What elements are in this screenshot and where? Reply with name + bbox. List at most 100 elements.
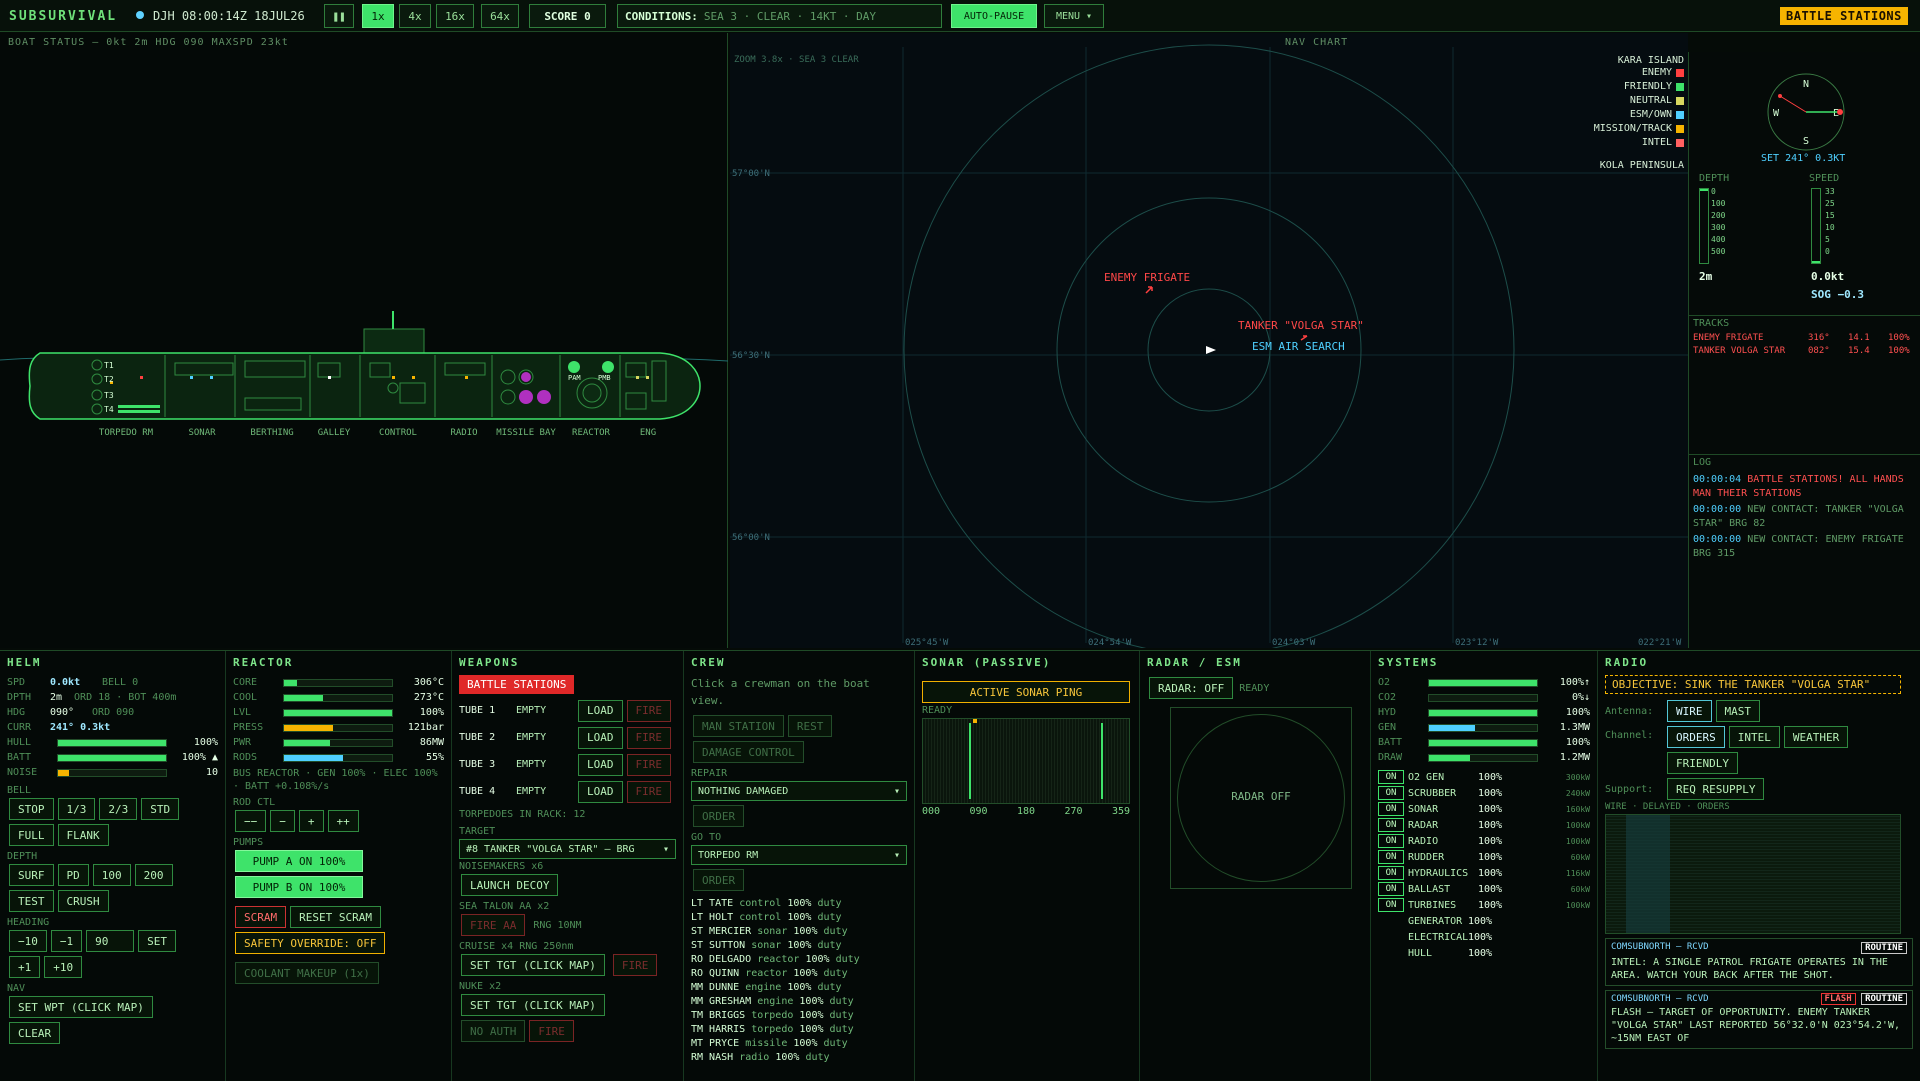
rods-in-button[interactable]: − (270, 810, 295, 832)
radio-message[interactable]: COMSUBNORTH — RCVD ROUTINE INTEL: A SINGL… (1605, 938, 1913, 986)
goto-select[interactable]: TORPEDO RM ▾ (691, 845, 907, 865)
nav-chart-panel[interactable]: NAV CHART ZOOM 3.8x · SEA 3 CLEAR 57°00'… (730, 33, 1688, 648)
fire-tube-button[interactable]: FIRE (626, 726, 671, 749)
track-row[interactable]: ENEMY FRIGATE 316° 14.1 100% (1693, 332, 1915, 345)
fire-tube-button[interactable]: FIRE (626, 780, 671, 803)
pump-a-toggle[interactable]: PUMP A ON 100% (235, 850, 363, 872)
coolant-makeup-button[interactable]: COOLANT MAKEUP (1x) (235, 962, 379, 984)
system-on-toggle[interactable]: ON (1378, 802, 1404, 816)
pump-b-toggle[interactable]: PUMP B ON 100% (235, 876, 363, 898)
clear-waypoint-button[interactable]: CLEAR (9, 1022, 61, 1044)
heading-input[interactable]: 90 (86, 930, 135, 952)
compartment-galley[interactable]: GALLEY (318, 428, 351, 438)
depth-200-button[interactable]: 200 (134, 864, 173, 886)
channel-friendly-button[interactable]: FRIENDLY (1667, 752, 1738, 774)
scram-button[interactable]: SCRAM (235, 906, 287, 928)
system-on-toggle[interactable]: ON (1378, 866, 1404, 880)
request-resupply-button[interactable]: REQ RESUPPLY (1667, 778, 1765, 800)
crew-member-row[interactable]: LT TATE control 100% duty (691, 897, 907, 911)
active-sonar-ping-button[interactable]: ACTIVE SONAR PING (922, 681, 1130, 703)
fire-tube-button[interactable]: FIRE (626, 699, 671, 722)
compartment-radio[interactable]: RADIO (450, 428, 477, 438)
track-row[interactable]: TANKER VOLGA STAR 082° 15.4 100% (1693, 345, 1915, 358)
system-on-toggle[interactable]: ON (1378, 898, 1404, 912)
repair-order-button[interactable]: ORDER (693, 805, 745, 827)
load-tube-button[interactable]: LOAD (578, 753, 623, 776)
fire-aa-button[interactable]: FIRE AA (461, 914, 526, 936)
load-tube-button[interactable]: LOAD (578, 699, 623, 722)
depth-test-button[interactable]: TEST (9, 890, 54, 912)
depth-pd-button[interactable]: PD (57, 864, 89, 886)
nuke-set-target-button[interactable]: SET TGT (CLICK MAP) (461, 994, 605, 1016)
goto-order-button[interactable]: ORDER (693, 869, 745, 891)
safety-override-toggle[interactable]: SAFETY OVERRIDE: OFF (235, 932, 386, 954)
cruise-fire-button[interactable]: FIRE (612, 954, 658, 976)
crew-member-row[interactable]: ST SUTTON sonar 100% duty (691, 939, 907, 953)
contact-tanker-volga-star[interactable]: TANKER "VOLGA STAR" (1238, 319, 1364, 332)
compartment-engine[interactable]: ENG (640, 428, 656, 438)
nuke-fire-button[interactable]: FIRE (529, 1020, 574, 1042)
system-on-toggle[interactable]: ON (1378, 818, 1404, 832)
load-tube-button[interactable]: LOAD (578, 726, 623, 749)
antenna-wire-button[interactable]: WIRE (1667, 700, 1712, 722)
menu-button[interactable]: MENU ▾ (1044, 4, 1104, 28)
crew-member-row[interactable]: LT HOLT control 100% duty (691, 911, 907, 925)
reset-scram-button[interactable]: RESET SCRAM (290, 906, 381, 928)
speed-4x-button[interactable]: 4x (399, 4, 431, 28)
compartment-berthing[interactable]: BERTHING (250, 428, 293, 438)
man-station-button[interactable]: MAN STATION (693, 715, 784, 737)
launch-decoy-button[interactable]: LAUNCH DECOY (461, 874, 559, 896)
compartment-control[interactable]: CONTROL (379, 428, 417, 438)
heading-minus10-button[interactable]: −10 (9, 930, 47, 952)
speed-64x-button[interactable]: 64x (481, 4, 519, 28)
contact-esm-air-search[interactable]: ESM AIR SEARCH (1252, 340, 1345, 353)
pause-button[interactable]: ❚❚ (324, 4, 354, 28)
nuke-auth-button[interactable]: NO AUTH (461, 1020, 526, 1042)
radar-toggle[interactable]: RADAR: OFF (1149, 677, 1234, 699)
bell-full-button[interactable]: FULL (9, 824, 54, 846)
rods-out-button[interactable]: + (298, 810, 324, 832)
system-on-toggle[interactable]: ON (1378, 786, 1404, 800)
compartment-missile-bay[interactable]: MISSILE BAY (496, 428, 556, 438)
load-tube-button[interactable]: LOAD (578, 780, 623, 803)
system-on-toggle[interactable]: ON (1378, 882, 1404, 896)
rods-fast-out-button[interactable]: ++ (327, 810, 359, 832)
crew-member-row[interactable]: MM GRESHAM engine 100% duty (691, 995, 907, 1009)
bell-1-3-button[interactable]: 1/3 (57, 798, 96, 820)
crew-member-row[interactable]: RM NASH radio 100% duty (691, 1051, 907, 1065)
compartment-torpedo-room[interactable]: TORPEDO RM (99, 428, 154, 438)
nav-map[interactable]: 57°00'N 56°30'N 56°00'N 025°45'W 024°54'… (730, 33, 1688, 648)
auto-pause-button[interactable]: AUTO-PAUSE (951, 4, 1037, 28)
crew-member-row[interactable]: RO QUINN reactor 100% duty (691, 967, 907, 981)
crew-member-row[interactable]: MT PRYCE missile 100% duty (691, 1037, 907, 1051)
depth-100-button[interactable]: 100 (92, 864, 131, 886)
depth-surf-button[interactable]: SURF (9, 864, 54, 886)
system-on-toggle[interactable]: ON (1378, 850, 1404, 864)
bell-stop-button[interactable]: STOP (9, 798, 54, 820)
speed-16x-button[interactable]: 16x (436, 4, 474, 28)
bell-2-3-button[interactable]: 2/3 (99, 798, 138, 820)
depth-crush-button[interactable]: CRUSH (57, 890, 109, 912)
heading-plus10-button[interactable]: +10 (44, 956, 83, 978)
heading-set-button[interactable]: SET (138, 930, 176, 952)
speed-1x-button[interactable]: 1x (362, 4, 394, 28)
heading-minus1-button[interactable]: −1 (50, 930, 83, 952)
heading-plus1-button[interactable]: +1 (9, 956, 41, 978)
system-on-toggle[interactable]: ON (1378, 834, 1404, 848)
repair-select[interactable]: NOTHING DAMAGED ▾ (691, 781, 907, 801)
channel-weather-button[interactable]: WEATHER (1783, 726, 1849, 748)
crew-member-row[interactable]: TM HARRIS torpedo 100% duty (691, 1023, 907, 1037)
crew-member-row[interactable]: TM BRIGGS torpedo 100% duty (691, 1009, 907, 1023)
crew-member-row[interactable]: ST MERCIER sonar 100% duty (691, 925, 907, 939)
rest-button[interactable]: REST (787, 715, 833, 737)
system-on-toggle[interactable]: ON (1378, 770, 1404, 784)
compartment-sonar[interactable]: SONAR (188, 428, 216, 438)
crew-member-row[interactable]: RO DELGADO reactor 100% duty (691, 953, 907, 967)
compartment-reactor[interactable]: REACTOR (572, 428, 611, 438)
fire-tube-button[interactable]: FIRE (626, 753, 671, 776)
channel-intel-button[interactable]: INTEL (1728, 726, 1780, 748)
set-waypoint-button[interactable]: SET WPT (CLICK MAP) (9, 996, 153, 1018)
antenna-mast-button[interactable]: MAST (1715, 700, 1760, 722)
crew-member-row[interactable]: MM DUNNE engine 100% duty (691, 981, 907, 995)
channel-orders-button[interactable]: ORDERS (1667, 726, 1725, 748)
